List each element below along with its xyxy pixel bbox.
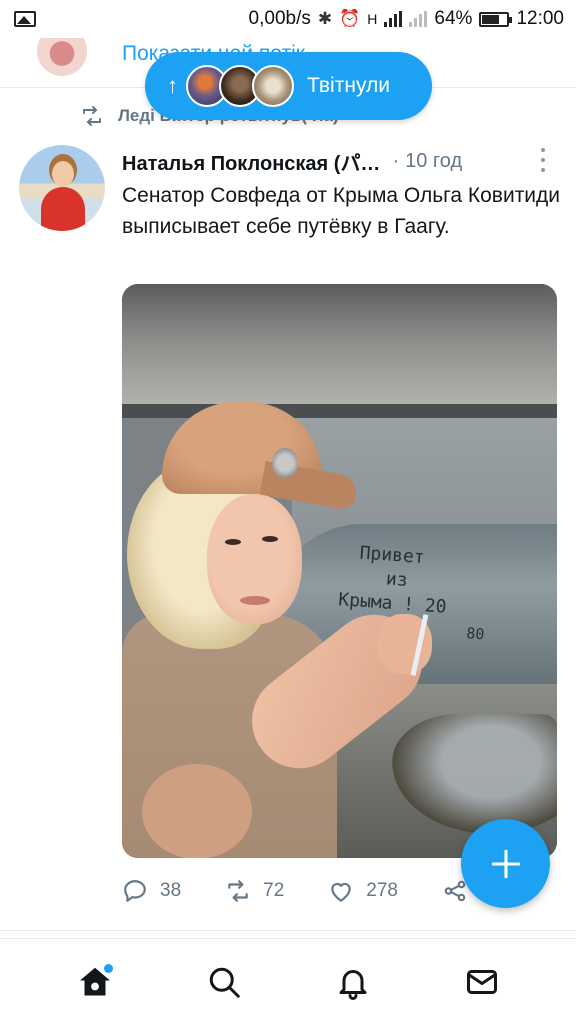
tweet-header: Наталья Поклонская (パ… · 10 год [122, 147, 552, 176]
nav-messages[interactable] [452, 952, 512, 1012]
new-tweets-pill[interactable]: ↑ Твітнули [145, 52, 432, 120]
compose-tweet-button[interactable] [461, 819, 550, 908]
new-content-dot [103, 963, 113, 973]
alarm-icon: ⏰ [339, 9, 361, 28]
search-icon [209, 967, 240, 998]
reply-button[interactable]: 38 [122, 878, 181, 904]
arrow-up-icon: ↑ [167, 73, 178, 98]
bottom-navigation [0, 938, 576, 1024]
signal-2-icon [409, 11, 428, 27]
avatar[interactable] [37, 38, 87, 76]
gallery-notification-icon [14, 11, 36, 27]
status-bar: 0,00b/s ✱ ⏰ H 64% 12:00 [0, 0, 576, 38]
bell-icon [339, 969, 366, 1000]
retweet-button[interactable]: 72 [225, 878, 284, 904]
clock: 12:00 [516, 8, 564, 29]
network-type: H [367, 11, 378, 27]
author-name[interactable]: Наталья Поклонская (パ… [122, 147, 380, 176]
separator-dot: · [392, 149, 400, 172]
tweet-image[interactable]: Привет из Крыма ! 20 80 [122, 284, 557, 858]
author-avatar[interactable] [19, 145, 105, 231]
tweet-time: 10 год [405, 149, 463, 172]
nav-home[interactable] [65, 952, 125, 1012]
battery-percent: 64% [434, 8, 473, 29]
like-count: 278 [366, 880, 398, 901]
retweet-icon [228, 880, 248, 902]
reply-icon [124, 880, 146, 902]
signal-icon [384, 11, 403, 27]
more-options-icon[interactable] [540, 148, 546, 172]
bluetooth-icon: ✱ [317, 9, 333, 28]
tweet-text: Сенатор Совфеда от Крыма Ольга Ковитиди … [122, 184, 561, 238]
new-tweets-label: Твітнули [307, 74, 390, 97]
nav-notifications[interactable] [323, 952, 383, 1012]
reply-count: 38 [160, 880, 182, 901]
retweet-icon [83, 106, 101, 126]
nav-search[interactable] [194, 952, 254, 1012]
divider [0, 930, 576, 931]
avatar [252, 65, 294, 107]
retweet-count: 72 [263, 880, 285, 901]
mail-icon [466, 969, 497, 994]
heart-icon [331, 882, 352, 902]
like-button[interactable]: 278 [328, 878, 398, 904]
network-speed: 0,00b/s [248, 8, 311, 29]
battery-icon [479, 11, 513, 27]
plus-icon [491, 849, 520, 878]
